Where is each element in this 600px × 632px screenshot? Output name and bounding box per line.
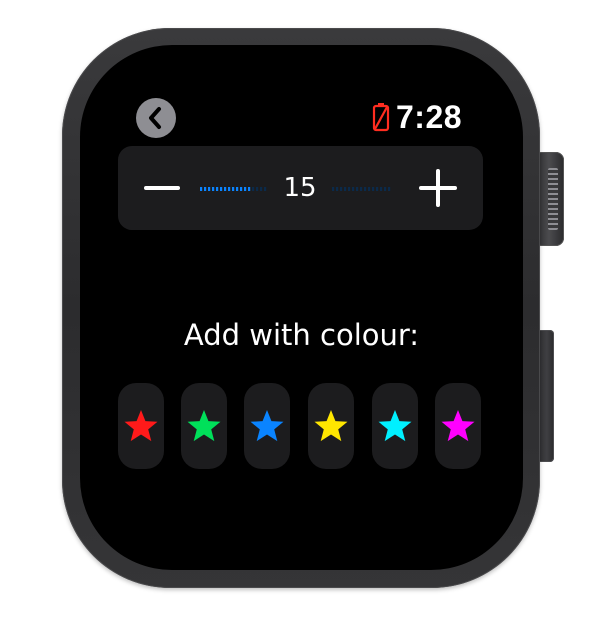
stepper-tick (252, 187, 255, 191)
stepper-tick (224, 187, 227, 191)
stepper-tick (336, 187, 339, 191)
stepper-tick (216, 187, 219, 191)
star-icon (441, 410, 475, 442)
stepper-tick (220, 187, 223, 191)
stepper-tick (244, 187, 247, 191)
stepper-tick (352, 187, 355, 191)
colour-button-green[interactable] (181, 383, 227, 469)
stepper-tick (212, 187, 215, 191)
star-icon (314, 410, 348, 442)
back-button[interactable] (136, 98, 176, 138)
colour-button-cyan[interactable] (372, 383, 418, 469)
stepper-value: 15 (268, 170, 332, 206)
colour-button-yellow[interactable] (308, 383, 354, 469)
plus-icon[interactable] (418, 168, 458, 208)
stepper-tick (384, 187, 387, 191)
stepper-tick (344, 187, 347, 191)
stepper-tick (204, 187, 207, 191)
stepper-tick (232, 187, 235, 191)
stepper-tick (208, 187, 211, 191)
colour-button-magenta[interactable] (435, 383, 481, 469)
stepper-tick (388, 187, 391, 191)
stepper-tick (264, 187, 267, 191)
stepper-tick (248, 187, 251, 191)
star-icon (187, 410, 221, 442)
stepper-tick (360, 187, 363, 191)
star-icon (250, 410, 284, 442)
chevron-left-icon (149, 107, 161, 129)
stepper-tick (240, 187, 243, 191)
status-time: 7:28 (396, 99, 463, 135)
stepper-tick (368, 187, 371, 191)
watch-screen: 7:28 15 Add with colour: (80, 45, 523, 570)
star-icon (124, 410, 158, 442)
stepper-tick (348, 187, 351, 191)
stepper-tick (260, 187, 263, 191)
stepper-tick (200, 187, 203, 191)
crown-ridges (548, 168, 558, 230)
stepper-tick (364, 187, 367, 191)
stepper-tick (256, 187, 259, 191)
stepper-tick (376, 187, 379, 191)
stepper-tick (332, 187, 335, 191)
colour-button-red[interactable] (118, 383, 164, 469)
stepper-tick (340, 187, 343, 191)
stepper-tick (372, 187, 375, 191)
minus-icon[interactable] (142, 168, 182, 208)
colour-prompt: Add with colour: (183, 318, 420, 352)
watch-device: 7:28 15 Add with colour: (0, 0, 600, 632)
battery-warning-icon (372, 103, 390, 132)
colour-button-blue[interactable] (244, 383, 290, 469)
stepper-tick (228, 187, 231, 191)
stepper-tick (236, 187, 239, 191)
quantity-stepper[interactable]: 15 (118, 146, 483, 230)
star-icon (378, 410, 412, 442)
stepper-tick (356, 187, 359, 191)
stepper-tick (380, 187, 383, 191)
